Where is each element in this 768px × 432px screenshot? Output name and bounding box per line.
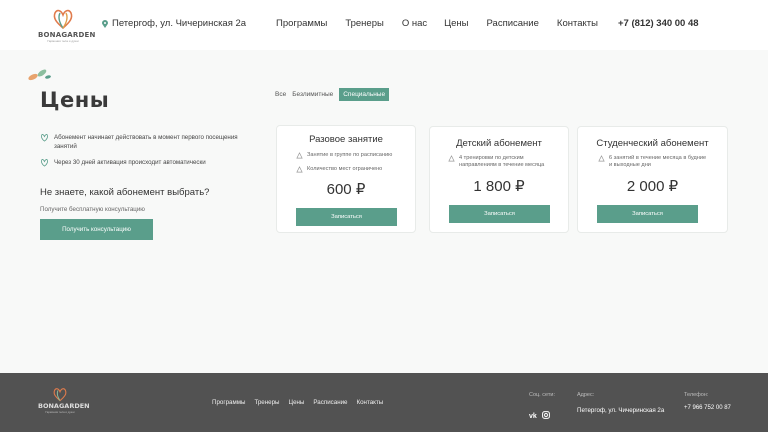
card-feature: Количество мест ограничено <box>296 166 382 173</box>
tab-all[interactable]: Все <box>272 88 289 101</box>
tab-unlimited[interactable]: Безлимитные <box>289 88 336 101</box>
site-header: BONAGARDEN Гармония тела и души Петергоф… <box>0 0 768 50</box>
feature-text: 6 занятий в течение месяца в будние и вы… <box>609 155 707 168</box>
signup-button[interactable]: Записаться <box>597 205 698 223</box>
instagram-icon[interactable] <box>542 406 550 419</box>
card-feature: 6 занятий в течение месяца в будние и вы… <box>598 155 708 169</box>
signup-button[interactable]: Записаться <box>449 205 550 223</box>
leaf-bullet-icon <box>41 159 48 167</box>
main-nav: Программы Тренеры О нас Цены Расписание … <box>276 18 598 29</box>
nav-contacts[interactable]: Контакты <box>557 18 598 29</box>
svg-text:vk: vk <box>529 413 537 419</box>
footer-nav-contacts[interactable]: Контакты <box>357 399 384 406</box>
card-title: Детский абонемент <box>456 138 542 149</box>
tab-special[interactable]: Специальные <box>339 88 390 101</box>
footer-logo-text: BONAGARDEN <box>38 402 90 410</box>
footer-address: Петергоф, ул. Чичеринская 2а <box>577 407 665 414</box>
triangle-bullet-icon <box>296 166 303 173</box>
footer-nav-schedule[interactable]: Расписание <box>313 399 347 406</box>
logo-text: BONAGARDEN <box>38 31 96 39</box>
header-address: Петергоф, ул. Чичеринская 2а <box>102 18 246 29</box>
info-item: Через 30 дней активация происходит автом… <box>40 158 240 167</box>
leaves-decoration-icon <box>28 69 51 81</box>
card-feature: Занятие в группе по расписанию <box>296 152 392 159</box>
price-filter-tabs: Все Безлимитные Специальные <box>272 88 390 101</box>
location-pin-icon <box>102 19 108 28</box>
consult-question: Не знаете, какой абонемент выбрать? <box>40 187 210 198</box>
card-feature: 4 тренировки по детским направлениям в т… <box>448 155 558 169</box>
footer-logo[interactable]: BONAGARDEN Гармония тела и души <box>38 387 90 414</box>
social-links: vk <box>529 406 550 420</box>
feature-text: 4 тренировки по детским направлениям в т… <box>459 155 545 168</box>
consult-note: Получите бесплатную консультацию <box>40 206 145 213</box>
footer-nav-programs[interactable]: Программы <box>212 399 245 406</box>
triangle-bullet-icon <box>296 152 303 159</box>
nav-trainers[interactable]: Тренеры <box>345 18 383 29</box>
vk-icon[interactable]: vk <box>529 406 537 420</box>
footer-phone[interactable]: +7 966 752 00 87 <box>684 405 731 411</box>
nav-prices[interactable]: Цены <box>444 18 468 29</box>
signup-button[interactable]: Записаться <box>296 208 397 226</box>
logo-subtitle: Гармония тела и души <box>47 39 79 43</box>
feature-text: Занятие в группе по расписанию <box>307 152 393 158</box>
card-title: Студенческий абонемент <box>596 138 709 149</box>
address-text: Петергоф, ул. Чичеринская 2а <box>112 18 247 29</box>
nav-programs[interactable]: Программы <box>276 18 327 29</box>
footer-nav: Программы Тренеры Цены Расписание Контак… <box>212 399 392 406</box>
get-consultation-button[interactable]: Получить консультацию <box>40 219 153 240</box>
logo-icon <box>53 9 73 30</box>
address-label: Адрес: <box>577 392 595 398</box>
nav-about[interactable]: О нас <box>402 18 427 29</box>
triangle-bullet-icon <box>598 155 605 162</box>
triangle-bullet-icon <box>448 155 455 162</box>
card-price: 2 000 ₽ <box>626 178 679 195</box>
header-phone[interactable]: +7 (812) 340 00 48 <box>618 18 699 29</box>
nav-schedule[interactable]: Расписание <box>487 18 539 29</box>
info-item: Абонемент начинает действовать в момент … <box>40 133 240 151</box>
price-card: Разовое занятие Занятие в группе по расп… <box>276 125 416 233</box>
info-text: Абонемент начинает действовать в момент … <box>54 134 238 150</box>
feature-text: Количество мест ограничено <box>307 166 383 172</box>
card-price: 1 800 ₽ <box>473 178 525 195</box>
logo[interactable]: BONAGARDEN Гармония тела и души <box>38 8 96 44</box>
logo-icon <box>53 388 67 402</box>
page-title: Цены <box>40 88 110 112</box>
phone-label: Телефон: <box>684 392 709 398</box>
leaf-bullet-icon <box>41 134 48 142</box>
price-card: Студенческий абонемент 6 занятий в течен… <box>577 126 728 233</box>
footer-logo-subtitle: Гармония тела и души <box>45 410 75 414</box>
card-title: Разовое занятие <box>309 134 383 145</box>
card-price: 600 ₽ <box>326 181 366 198</box>
social-label: Соц. сети: <box>529 392 555 398</box>
info-text: Через 30 дней активация происходит автом… <box>54 159 206 166</box>
footer-nav-trainers[interactable]: Тренеры <box>254 399 279 406</box>
footer-nav-prices[interactable]: Цены <box>289 399 305 406</box>
price-card: Детский абонемент 4 тренировки по детски… <box>429 126 569 233</box>
site-footer: BONAGARDEN Гармония тела и души Программ… <box>0 373 768 432</box>
